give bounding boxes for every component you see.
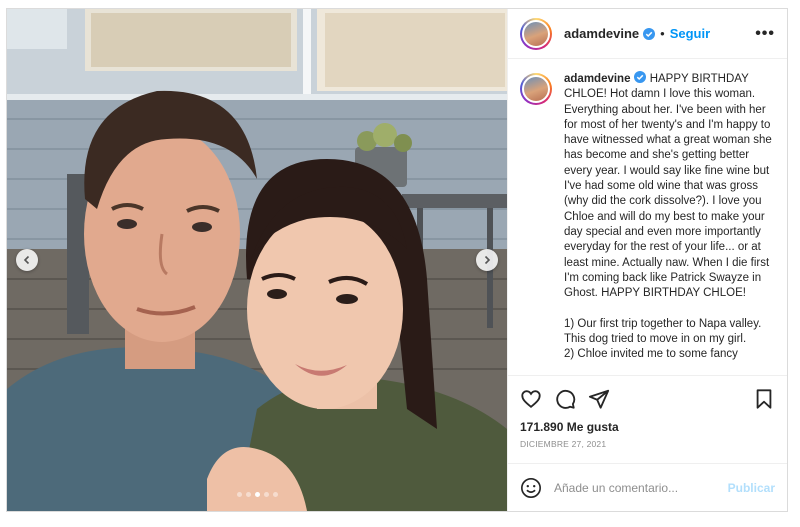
post-side-panel: adamdevine • Seguir ••• adamdevine HAPPY…: [507, 9, 787, 511]
carousel-dot: [236, 492, 242, 497]
emoji-icon[interactable]: [520, 477, 542, 499]
comment-icon[interactable]: [554, 388, 576, 410]
like-count[interactable]: 171.890 Me gusta: [520, 420, 775, 434]
caption-row: adamdevine HAPPY BIRTHDAY CHLOE! Hot dam…: [520, 71, 775, 363]
share-icon[interactable]: [588, 388, 610, 410]
post-actions: 171.890 Me gusta DICIEMBRE 27, 2021: [508, 375, 787, 449]
post-photo: [7, 9, 507, 511]
verified-badge-icon: [643, 27, 656, 40]
next-slide-button[interactable]: [476, 249, 498, 271]
publish-button[interactable]: Publicar: [728, 481, 775, 495]
post-dialog: adamdevine • Seguir ••• adamdevine HAPPY…: [6, 8, 788, 512]
post-date[interactable]: DICIEMBRE 27, 2021: [520, 439, 775, 449]
header-separator: •: [660, 26, 665, 41]
comment-bar: Publicar: [508, 463, 787, 511]
caption-avatar[interactable]: [520, 73, 552, 105]
avatar[interactable]: [520, 17, 552, 50]
carousel-dot: [272, 492, 278, 497]
carousel-dot: [254, 492, 260, 497]
caption-username[interactable]: adamdevine: [564, 73, 630, 85]
chevron-left-icon: [23, 255, 30, 265]
post-header: adamdevine • Seguir •••: [508, 9, 787, 59]
caption-section[interactable]: adamdevine HAPPY BIRTHDAY CHLOE! Hot dam…: [508, 59, 787, 375]
caption-text: HAPPY BIRTHDAY CHLOE! Hot damn I love th…: [564, 73, 772, 361]
header-username[interactable]: adamdevine: [564, 26, 639, 41]
previous-slide-button[interactable]: [16, 249, 38, 271]
verified-badge-icon: [634, 71, 647, 83]
bookmark-icon[interactable]: [753, 388, 775, 410]
carousel-dot: [245, 492, 251, 497]
post-media[interactable]: [7, 9, 507, 511]
more-options-icon[interactable]: •••: [755, 25, 775, 43]
action-icons: [520, 384, 775, 414]
carousel-indicator: [7, 492, 507, 497]
comment-input[interactable]: [554, 480, 728, 495]
follow-button[interactable]: Seguir: [670, 26, 710, 41]
carousel-dot: [263, 492, 269, 497]
caption: adamdevine HAPPY BIRTHDAY CHLOE! Hot dam…: [564, 71, 775, 363]
heart-icon[interactable]: [520, 388, 542, 410]
chevron-right-icon: [484, 255, 491, 265]
